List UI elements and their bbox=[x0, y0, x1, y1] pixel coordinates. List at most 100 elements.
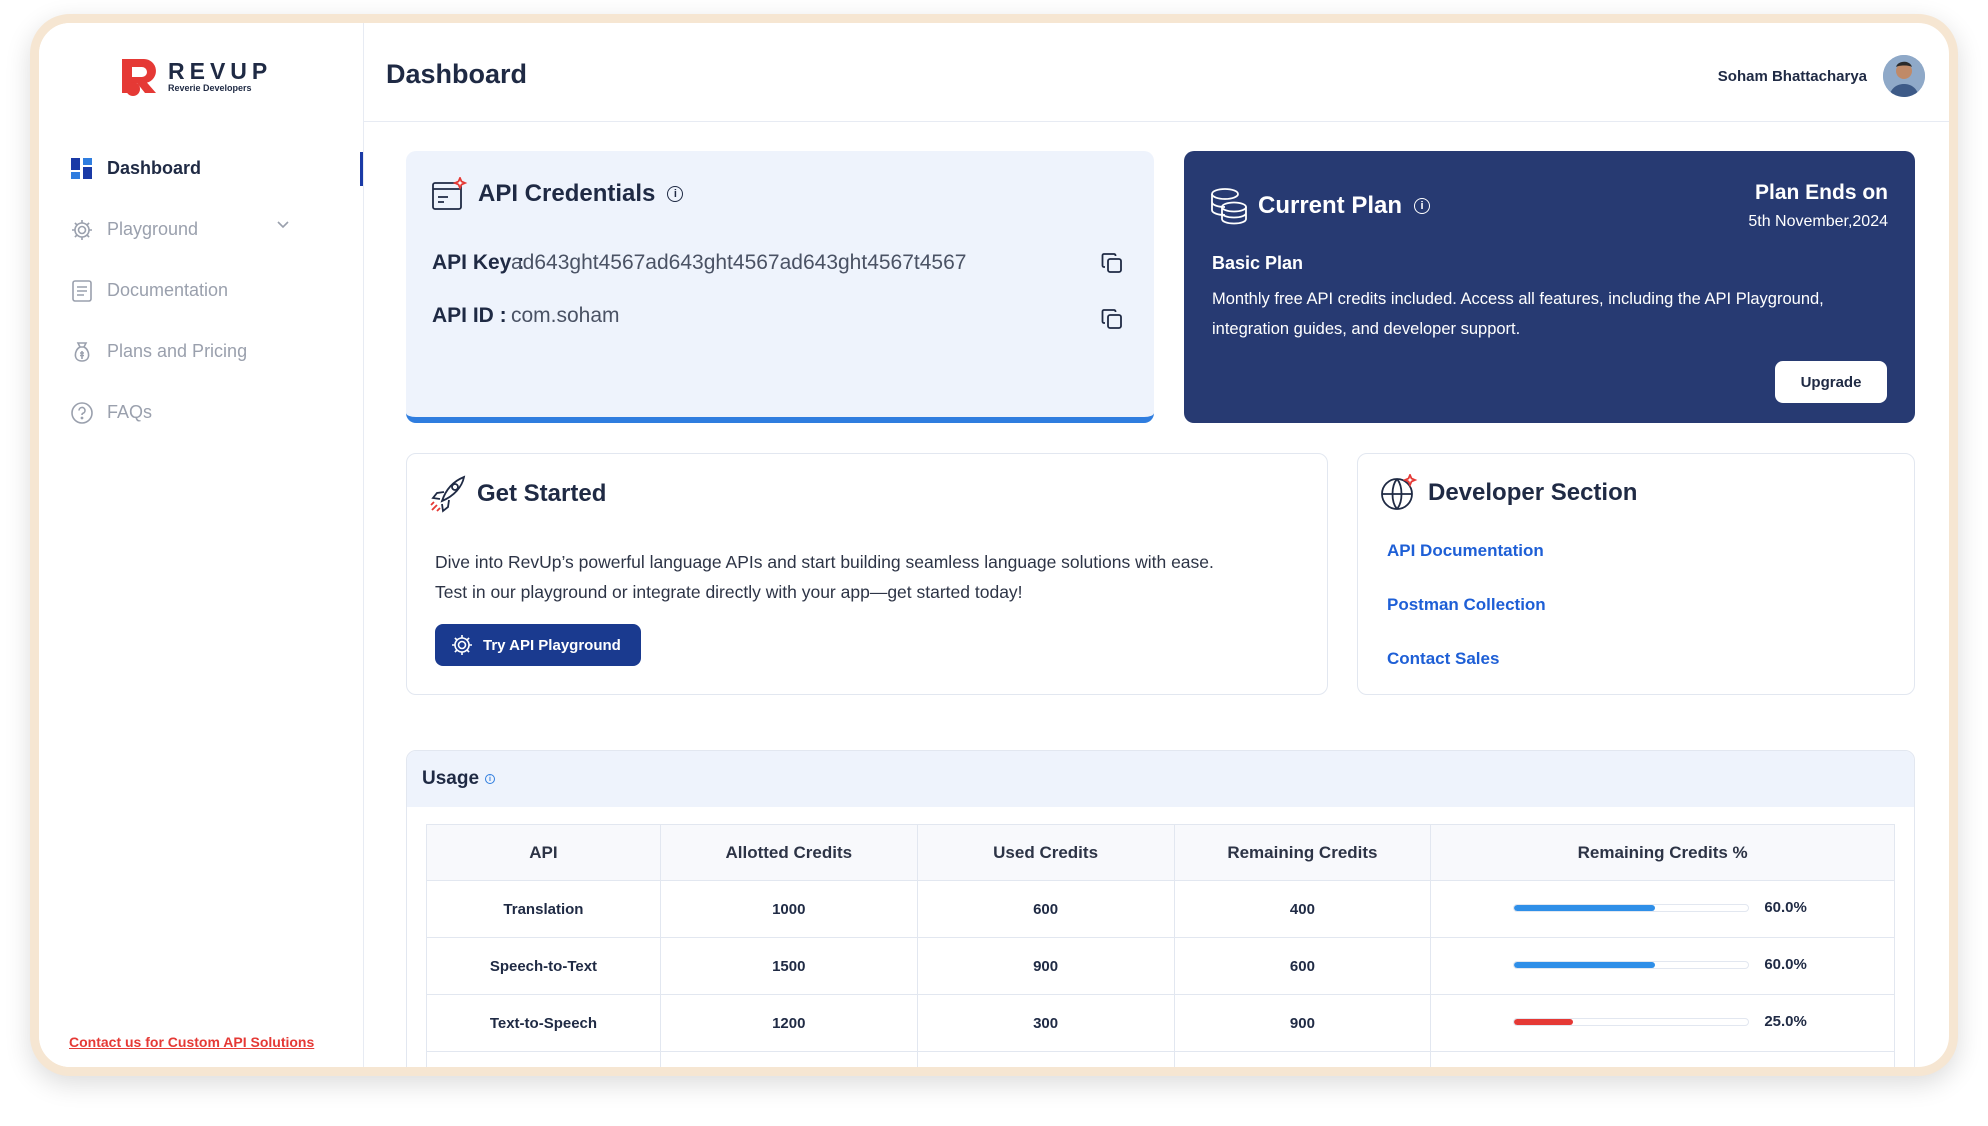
table-cell-remaining: 400 bbox=[1173, 880, 1432, 938]
contact-custom-link[interactable]: Contact us for Custom API Solutions bbox=[69, 1034, 314, 1050]
rocket-icon bbox=[430, 475, 466, 513]
api-id-label: API ID : bbox=[432, 304, 507, 327]
column-header: Remaining Credits bbox=[1173, 824, 1432, 881]
usage-title: Usage bbox=[422, 768, 480, 789]
usage-panel: Usage i API Allotted Credits Used Credit… bbox=[406, 750, 1915, 1076]
gear-icon bbox=[452, 635, 472, 655]
progress-percent-label: 62.5% bbox=[1764, 1070, 1807, 1076]
table-cell-api: Text-to-Speech bbox=[426, 994, 661, 1052]
sidebar-item-label: Plans and Pricing bbox=[107, 341, 248, 361]
sidebar-item-plans[interactable]: Plans and Pricing bbox=[69, 321, 363, 382]
sidebar: REVUP Reverie Developers Dashboard Playg… bbox=[39, 23, 364, 1067]
try-api-playground-label: Try API Playground bbox=[483, 636, 621, 654]
table-cell-used: 300 bbox=[916, 994, 1175, 1052]
credentials-icon bbox=[432, 177, 468, 210]
postman-collection-link[interactable]: Postman Collection bbox=[1387, 595, 1546, 615]
table-cell-allotted: 1500 bbox=[659, 937, 918, 995]
plan-description: Monthly free API credits included. Acces… bbox=[1212, 290, 1824, 338]
api-credentials-card: API Credentials i API Key : ad643ght4567… bbox=[406, 151, 1154, 423]
page-title: Dashboard bbox=[386, 59, 528, 89]
usage-table: API Allotted Credits Used Credits Remain… bbox=[426, 824, 1895, 1076]
table-row: Speech-to-Text 1500 900 600 60.0% bbox=[426, 937, 1895, 995]
plan-ends: Plan Ends on 5th November,2024 bbox=[1748, 181, 1888, 231]
developer-section-card: Developer Section API Documentation Post… bbox=[1357, 453, 1915, 695]
try-api-playground-button[interactable]: Try API Playground bbox=[435, 624, 641, 666]
table-cell-remaining: 300 bbox=[1173, 1051, 1432, 1067]
gear-icon bbox=[69, 217, 95, 243]
api-documentation-link[interactable]: API Documentation bbox=[1387, 541, 1544, 561]
table-cell-used: 900 bbox=[916, 937, 1175, 995]
copy-icon[interactable] bbox=[1101, 308, 1123, 330]
table-row: Transliteration800500300 62.5% bbox=[426, 1051, 1895, 1076]
get-started-description: Dive into RevUp’s powerful language APIs… bbox=[435, 547, 1295, 607]
upgrade-button[interactable]: Upgrade bbox=[1775, 361, 1887, 403]
table-cell-remaining: 900 bbox=[1173, 994, 1432, 1052]
sidebar-item-documentation[interactable]: Documentation bbox=[69, 260, 363, 321]
api-key-value: ad643ght4567ad643ght4567ad643ght4567t456… bbox=[511, 251, 967, 274]
table-cell-remaining: 600 bbox=[1173, 937, 1432, 995]
table-cell-api: Translation bbox=[426, 880, 661, 938]
current-plan-header: Current Plan i bbox=[1210, 187, 1431, 225]
info-icon[interactable]: i bbox=[1414, 198, 1431, 214]
sidebar-item-label: Playground bbox=[107, 219, 199, 239]
table-cell-remaining-pct: 25.0% bbox=[1430, 994, 1895, 1052]
chevron-down-icon[interactable] bbox=[277, 221, 289, 229]
info-icon[interactable]: i bbox=[485, 774, 496, 784]
plan-name: Basic Plan bbox=[1212, 253, 1304, 273]
developer-section-header: Developer Section bbox=[1380, 474, 1637, 512]
table-cell-used: 600 bbox=[916, 880, 1175, 938]
column-header: Remaining Credits % bbox=[1430, 824, 1895, 881]
progress-bar bbox=[1513, 904, 1750, 912]
api-credentials-header: API Credentials i bbox=[432, 177, 684, 211]
progress-bar-fill bbox=[1514, 962, 1655, 968]
get-started-card: Get Started Dive into RevUp’s powerful l… bbox=[406, 453, 1328, 695]
sidebar-item-label: Documentation bbox=[107, 280, 229, 300]
get-started-line-1: Dive into RevUp’s powerful language APIs… bbox=[435, 552, 1214, 572]
question-icon bbox=[69, 400, 95, 426]
sidebar-item-label: FAQs bbox=[107, 402, 153, 422]
app-window: REVUP Reverie Developers Dashboard Playg… bbox=[30, 14, 1958, 1076]
progress-percent-label: 25.0% bbox=[1764, 1013, 1807, 1030]
table-cell-api: Transliteration bbox=[426, 1051, 661, 1067]
dashboard-icon bbox=[69, 156, 95, 182]
top-header: Dashboard Soham Bhattacharya bbox=[363, 23, 1949, 122]
api-credentials-title: API Credentials bbox=[478, 180, 656, 207]
money-bag-icon bbox=[69, 339, 95, 365]
api-id-value: com.soham bbox=[511, 304, 620, 327]
brand-name: REVUP bbox=[168, 57, 273, 84]
current-plan-title: Current Plan bbox=[1258, 192, 1403, 219]
document-icon bbox=[69, 278, 95, 304]
table-cell-api: Speech-to-Text bbox=[426, 937, 661, 995]
table-cell-used: 500 bbox=[916, 1051, 1175, 1067]
plan-ends-label: Plan Ends on bbox=[1754, 181, 1888, 204]
developer-section-title: Developer Section bbox=[1428, 479, 1638, 506]
progress-percent-label: 60.0% bbox=[1764, 956, 1807, 973]
column-header: Used Credits bbox=[916, 824, 1175, 881]
usage-header: Usage i bbox=[407, 751, 1914, 807]
copy-icon[interactable] bbox=[1101, 252, 1123, 274]
table-row: Text-to-Speech 1200 300 900 25.0% bbox=[426, 994, 1895, 1052]
info-icon[interactable]: i bbox=[667, 186, 684, 202]
sidebar-item-faqs[interactable]: FAQs bbox=[69, 382, 363, 443]
plan-ends-date: 5th November,2024 bbox=[1748, 213, 1888, 230]
table-cell-allotted: 1000 bbox=[659, 880, 918, 938]
progress-bar-fill bbox=[1514, 905, 1655, 911]
progress-bar bbox=[1513, 961, 1750, 969]
user-name[interactable]: Soham Bhattacharya bbox=[1718, 68, 1867, 85]
column-header: Allotted Credits bbox=[659, 824, 918, 881]
sidebar-item-dashboard[interactable]: Dashboard bbox=[69, 138, 363, 199]
logo[interactable]: REVUP Reverie Developers bbox=[116, 55, 272, 97]
globe-icon bbox=[1381, 474, 1418, 510]
progress-bar-fill bbox=[1514, 1019, 1573, 1025]
brand-subtitle: Reverie Developers bbox=[168, 82, 252, 93]
table-header-row: API Allotted Credits Used Credits Remain… bbox=[426, 824, 1895, 881]
sidebar-nav: Dashboard Playground Documentation Plans… bbox=[69, 138, 363, 443]
contact-sales-link[interactable]: Contact Sales bbox=[1387, 649, 1499, 669]
avatar[interactable] bbox=[1883, 55, 1925, 97]
sidebar-item-playground[interactable]: Playground bbox=[69, 199, 363, 260]
table-cell-allotted: 800 bbox=[659, 1051, 918, 1067]
progress-percent-label: 60.0% bbox=[1764, 899, 1807, 916]
database-icon bbox=[1211, 188, 1247, 225]
table-cell-remaining-pct: 62.5% bbox=[1430, 1051, 1895, 1076]
column-header: API bbox=[426, 824, 661, 881]
